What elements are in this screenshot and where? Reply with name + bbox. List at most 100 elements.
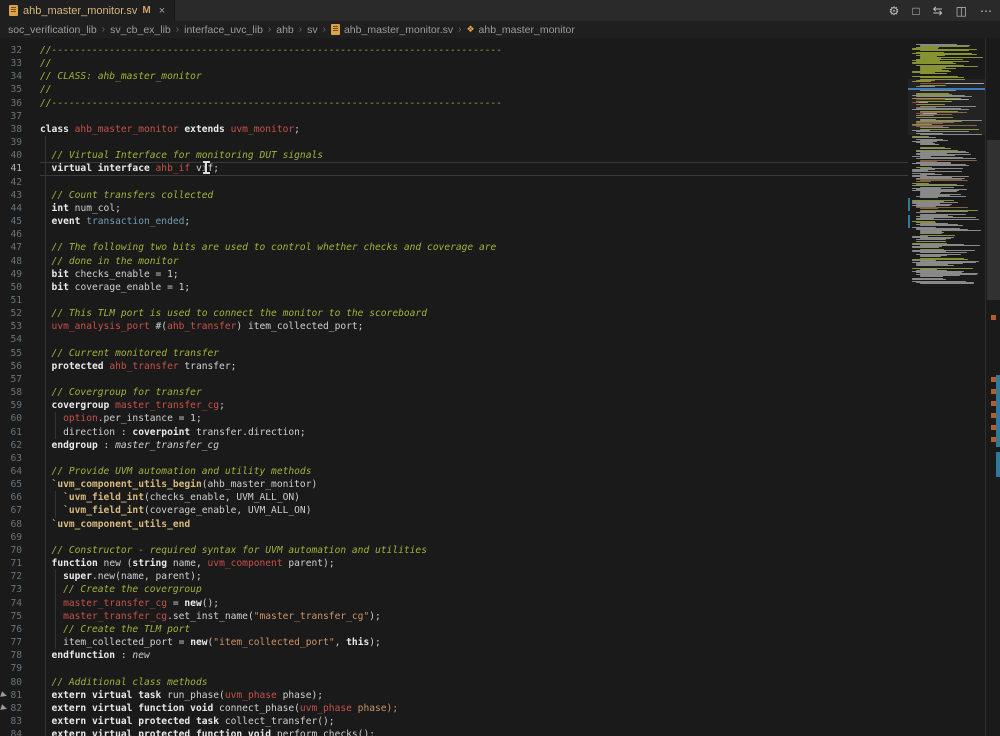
code-line-32[interactable]: 32//------------------------------------… <box>0 44 908 57</box>
code-line-72[interactable]: 72 super.new(name, parent); <box>0 570 908 583</box>
breadcrumb-item-interface_uvc_lib[interactable]: interface_uvc_lib <box>184 24 263 36</box>
line-number[interactable]: 50 <box>0 281 22 294</box>
line-number[interactable]: 48 <box>0 255 22 268</box>
code-line-45[interactable]: 45 event transaction_ended; <box>0 215 908 228</box>
line-number[interactable]: 55 <box>0 347 22 360</box>
settings-gear-icon[interactable]: ⚙ <box>889 5 900 17</box>
code-line-54[interactable]: 54 <box>0 333 908 346</box>
split-editor-icon[interactable]: ◫ <box>956 5 967 17</box>
breadcrumb-item-file[interactable]: ahb_master_monitor.sv <box>331 24 453 36</box>
line-number[interactable]: 79 <box>0 662 22 675</box>
line-number[interactable]: 77 <box>0 636 22 649</box>
line-number[interactable]: 60 <box>0 412 22 425</box>
code-line-82[interactable]: 82 extern virtual function void connect_… <box>0 702 908 715</box>
code-line-40[interactable]: 40 // Virtual Interface for monitoring D… <box>0 149 908 162</box>
scrollbar-thumb[interactable] <box>987 140 1000 300</box>
code-line-38[interactable]: 38class ahb_master_monitor extends uvm_m… <box>0 123 908 136</box>
line-number[interactable]: 80 <box>0 676 22 689</box>
square-icon[interactable]: □ <box>912 5 919 17</box>
line-number[interactable]: 42 <box>0 176 22 189</box>
code-line-58[interactable]: 58 // Covergroup for transfer <box>0 386 908 399</box>
line-number[interactable]: 61 <box>0 426 22 439</box>
more-actions-icon[interactable]: ⋯ <box>980 5 992 17</box>
line-number[interactable]: 52 <box>0 307 22 320</box>
line-number[interactable]: 43 <box>0 189 22 202</box>
code-line-67[interactable]: 67 `uvm_field_int(coverage_enable, UVM_A… <box>0 504 908 517</box>
code-line-74[interactable]: 74 master_transfer_cg = new(); <box>0 597 908 610</box>
line-number[interactable]: 46 <box>0 228 22 241</box>
line-number[interactable]: 78 <box>0 649 22 662</box>
code-line-49[interactable]: 49 bit checks_enable = 1; <box>0 268 908 281</box>
code-line-76[interactable]: 76 // Create the TLM port <box>0 623 908 636</box>
line-number[interactable]: 74 <box>0 597 22 610</box>
line-number[interactable]: 34 <box>0 70 22 83</box>
code-line-60[interactable]: 60 option.per_instance = 1; <box>0 412 908 425</box>
line-number[interactable]: 83 <box>0 715 22 728</box>
breadcrumb-item-symbol[interactable]: ❖ ahb_master_monitor <box>466 24 574 36</box>
code-line-34[interactable]: 34// CLASS: ahb_master_monitor <box>0 70 908 83</box>
line-number[interactable]: 54 <box>0 333 22 346</box>
minimap[interactable] <box>908 38 985 736</box>
code-line-62[interactable]: 62 endgroup : master_transfer_cg <box>0 439 908 452</box>
line-number[interactable]: 57 <box>0 373 22 386</box>
line-number[interactable]: 67 <box>0 504 22 517</box>
code-line-66[interactable]: 66 `uvm_field_int(checks_enable, UVM_ALL… <box>0 491 908 504</box>
code-line-41[interactable]: 41 virtual interface ahb_if vif; <box>0 162 908 175</box>
code-line-78[interactable]: 78 endfunction : new <box>0 649 908 662</box>
line-number[interactable]: 76 <box>0 623 22 636</box>
breadcrumb-item-sv[interactable]: sv <box>307 24 318 36</box>
code-line-57[interactable]: 57 <box>0 373 908 386</box>
breadcrumb-item-soc_verification_lib[interactable]: soc_verification_lib <box>8 24 97 36</box>
code-line-68[interactable]: 68 `uvm_component_utils_end <box>0 518 908 531</box>
line-number[interactable]: 56 <box>0 360 22 373</box>
code-line-46[interactable]: 46 <box>0 228 908 241</box>
line-number[interactable]: 32 <box>0 44 22 57</box>
code-line-63[interactable]: 63 <box>0 452 908 465</box>
line-number[interactable]: 64 <box>0 465 22 478</box>
code-line-64[interactable]: 64 // Provide UVM automation and utility… <box>0 465 908 478</box>
code-line-65[interactable]: 65 `uvm_component_utils_begin(ahb_master… <box>0 478 908 491</box>
line-number[interactable]: 63 <box>0 452 22 465</box>
code-line-43[interactable]: 43 // Count transfers collected <box>0 189 908 202</box>
line-number[interactable]: 45 <box>0 215 22 228</box>
line-number[interactable]: 84 <box>0 728 22 736</box>
code-line-36[interactable]: 36//------------------------------------… <box>0 97 908 110</box>
code-area[interactable]: 32//------------------------------------… <box>0 44 908 736</box>
breadcrumb-item-sv_cb_ex_lib[interactable]: sv_cb_ex_lib <box>110 24 171 36</box>
line-number[interactable]: 40 <box>0 149 22 162</box>
code-line-47[interactable]: 47 // The following two bits are used to… <box>0 241 908 254</box>
open-changes-icon[interactable]: ⇆ <box>933 5 943 17</box>
line-number[interactable]: 66 <box>0 491 22 504</box>
line-number[interactable]: 73 <box>0 583 22 596</box>
line-number[interactable]: 70 <box>0 544 22 557</box>
line-number[interactable]: 36 <box>0 97 22 110</box>
line-number[interactable]: 53 <box>0 320 22 333</box>
code-line-33[interactable]: 33// <box>0 57 908 70</box>
line-number[interactable]: 59 <box>0 399 22 412</box>
code-line-84[interactable]: 84 extern virtual protected function voi… <box>0 728 908 736</box>
line-number[interactable]: 37 <box>0 110 22 123</box>
code-line-39[interactable]: 39 <box>0 136 908 149</box>
code-line-56[interactable]: 56 protected ahb_transfer transfer; <box>0 360 908 373</box>
line-number[interactable]: 75 <box>0 610 22 623</box>
line-number[interactable]: 65 <box>0 478 22 491</box>
code-line-55[interactable]: 55 // Current monitored transfer <box>0 347 908 360</box>
code-line-81[interactable]: 81 extern virtual task run_phase(uvm_pha… <box>0 689 908 702</box>
code-line-48[interactable]: 48 // done in the monitor <box>0 255 908 268</box>
code-line-59[interactable]: 59 covergroup master_transfer_cg; <box>0 399 908 412</box>
code-line-80[interactable]: 80 // Additional class methods <box>0 676 908 689</box>
minimap-viewport[interactable] <box>908 79 985 135</box>
code-line-69[interactable]: 69 <box>0 531 908 544</box>
code-line-73[interactable]: 73 // Create the covergroup <box>0 583 908 596</box>
code-line-71[interactable]: 71 function new (string name, uvm_compon… <box>0 557 908 570</box>
line-number[interactable]: 41 <box>0 162 22 175</box>
code-line-77[interactable]: 77 item_collected_port = new("item_colle… <box>0 636 908 649</box>
line-number[interactable]: 71 <box>0 557 22 570</box>
code-line-51[interactable]: 51 <box>0 294 908 307</box>
code-line-83[interactable]: 83 extern virtual protected task collect… <box>0 715 908 728</box>
code-line-52[interactable]: 52 // This TLM port is used to connect t… <box>0 307 908 320</box>
code-line-61[interactable]: 61 direction : coverpoint transfer.direc… <box>0 426 908 439</box>
code-line-70[interactable]: 70 // Constructor - required syntax for … <box>0 544 908 557</box>
breadcrumb-item-ahb[interactable]: ahb <box>276 24 294 36</box>
line-number[interactable]: 39 <box>0 136 22 149</box>
